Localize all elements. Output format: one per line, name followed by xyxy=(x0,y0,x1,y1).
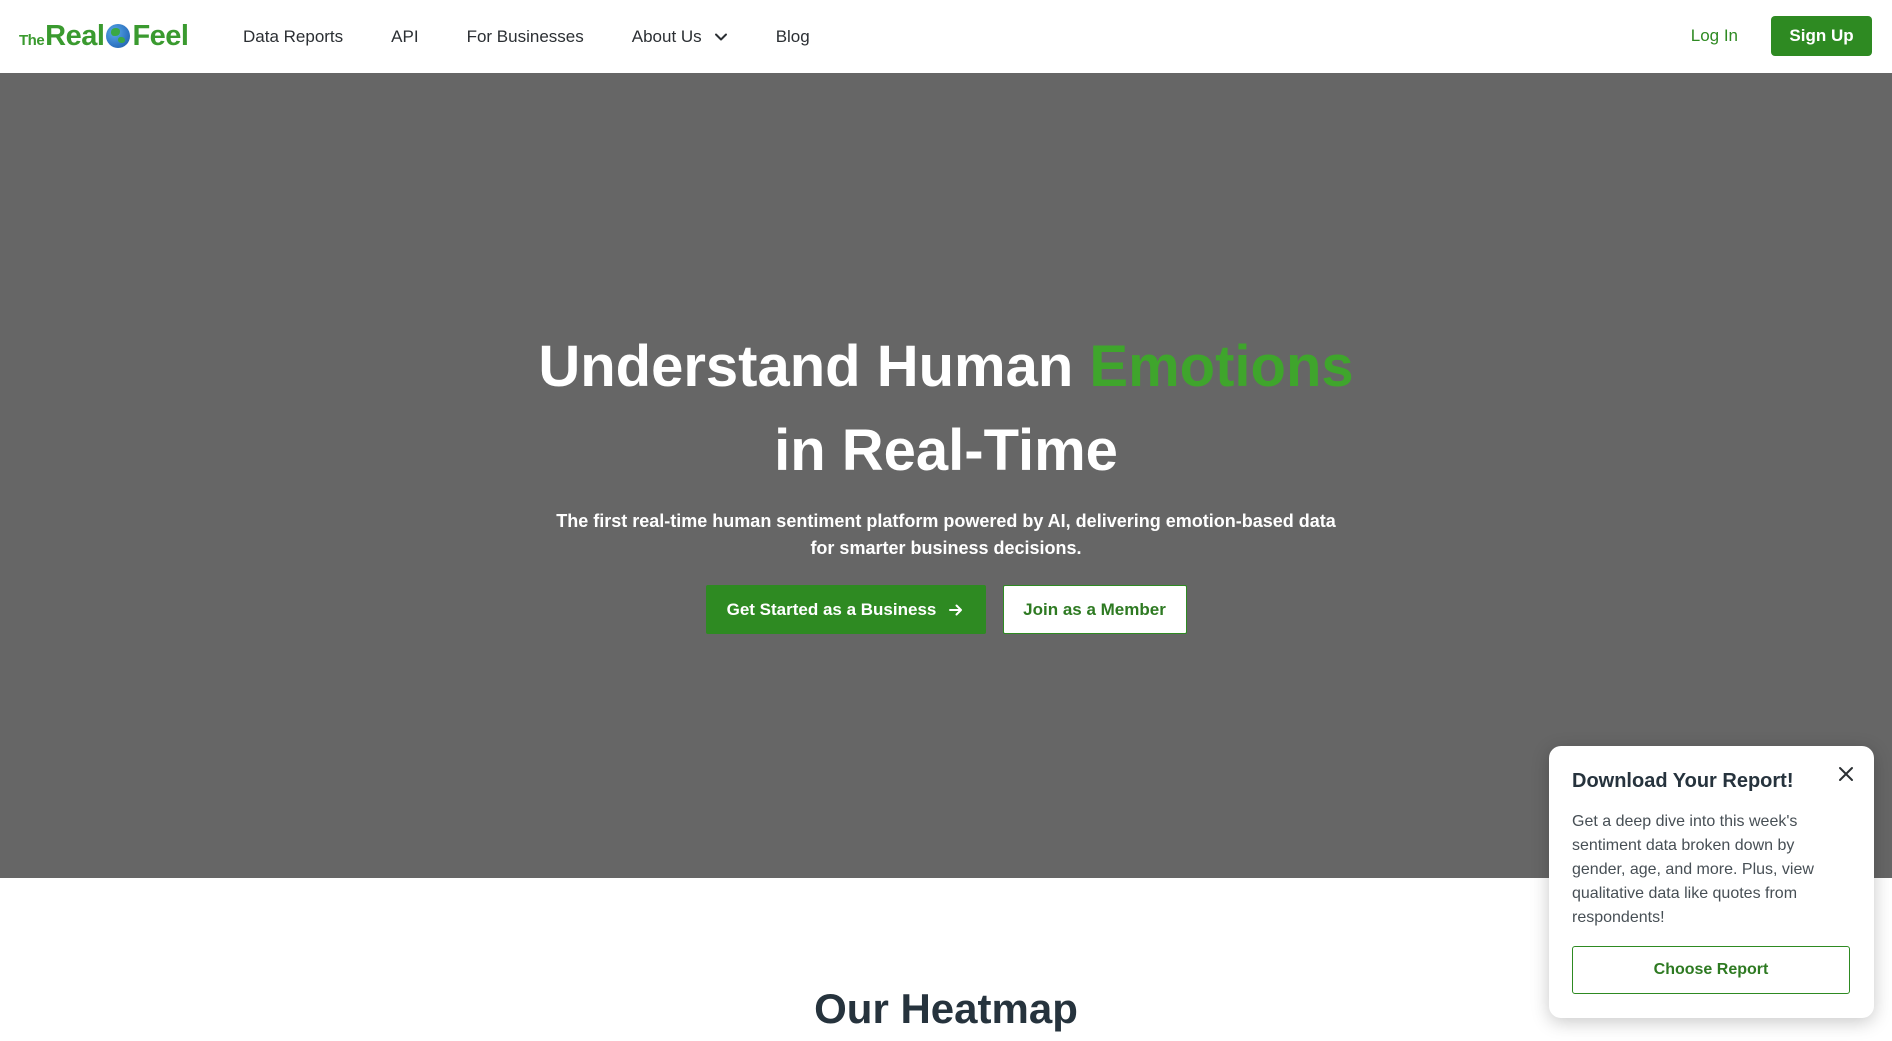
globe-icon xyxy=(106,24,131,48)
sign-up-button[interactable]: Sign Up xyxy=(1771,16,1872,56)
main-nav: Data Reports API For Businesses About Us… xyxy=(243,0,858,73)
popup-body: Get a deep dive into this week's sentime… xyxy=(1572,813,1814,926)
hero-title-part1: Understand Human xyxy=(538,334,1090,399)
close-icon[interactable] xyxy=(1836,764,1856,784)
auth-actions: Log In Sign Up xyxy=(1691,16,1872,56)
the-real-feel-logo[interactable]: The Real Feel xyxy=(19,20,189,52)
arrow-right-icon xyxy=(949,604,963,615)
get-started-business-button[interactable]: Get Started as a Business xyxy=(705,585,986,634)
logo-feel: Feel xyxy=(132,20,189,52)
hero-cta-group: Get Started as a Business Join as a Memb… xyxy=(0,585,1892,634)
get-started-business-label: Get Started as a Business xyxy=(726,599,937,619)
hero-title-accent: Emotions xyxy=(1089,334,1354,399)
logo-real: Real xyxy=(45,20,105,52)
top-navbar: The Real Feel Data Reports API For Busin… xyxy=(0,0,1892,73)
hero-title: Understand Human Emotions in Real-Time xyxy=(0,325,1892,493)
nav-item-about-us[interactable]: About Us xyxy=(632,27,728,47)
nav-item-data-reports[interactable]: Data Reports xyxy=(243,27,343,47)
nav-item-blog[interactable]: Blog xyxy=(776,27,810,47)
hero-subtitle: The first real-time human sentiment plat… xyxy=(556,511,1336,558)
download-report-popup: Download Your Report! Get a deep dive in… xyxy=(1549,746,1874,1018)
popup-title: Download Your Report! xyxy=(1572,770,1794,792)
nav-item-about-us-label: About Us xyxy=(631,26,702,46)
hero-title-line2: in Real-Time xyxy=(774,418,1118,483)
join-member-button[interactable]: Join as a Member xyxy=(1002,585,1187,634)
nav-item-api[interactable]: API xyxy=(391,27,418,47)
choose-report-button[interactable]: Choose Report xyxy=(1572,946,1850,994)
log-in-link[interactable]: Log In xyxy=(1691,26,1738,46)
nav-item-for-businesses[interactable]: For Businesses xyxy=(467,27,584,47)
logo-the: The xyxy=(19,32,45,49)
chevron-down-icon xyxy=(714,33,727,40)
